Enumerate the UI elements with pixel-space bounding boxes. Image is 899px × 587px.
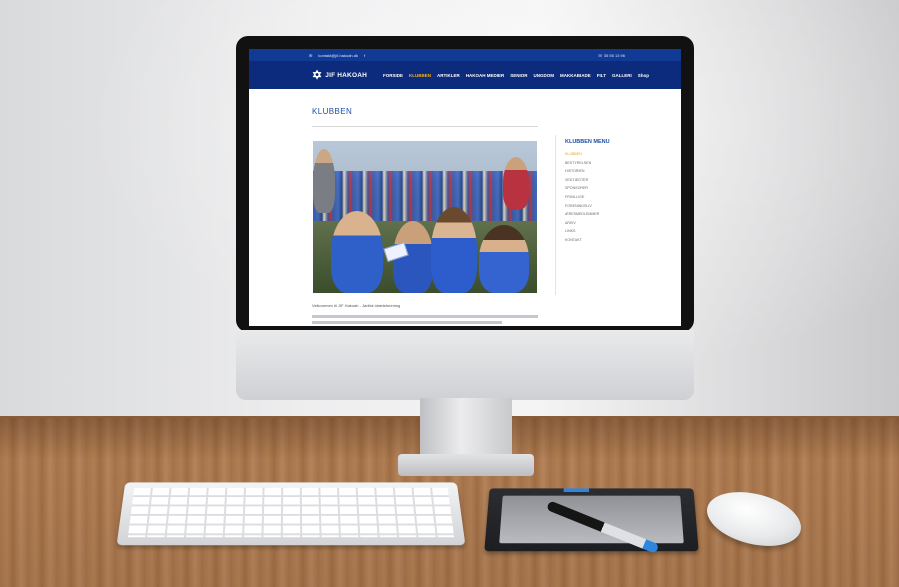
menu-item-shop[interactable]: Shop — [638, 73, 649, 78]
monitor-stand-neck — [420, 398, 512, 458]
menu-item-senior[interactable]: SENIOR — [510, 73, 527, 78]
sidebar-title: KLUBBEN MENU — [565, 139, 610, 145]
page-title: KLUBBEN — [312, 107, 353, 116]
sidebar-item-foreningsliv[interactable]: FORENINGSLIV — [565, 202, 599, 211]
body-text-line — [312, 315, 538, 318]
person-figure — [313, 149, 335, 213]
keyboard — [116, 482, 466, 546]
topbar-email[interactable]: kontakt@jif-hakoah.dk — [318, 53, 358, 58]
website-screen: ✉ kontakt@jif-hakoah.dk f ☏ 35 55 13 96 … — [249, 49, 681, 326]
child-figure — [431, 207, 477, 293]
menu-item-ungdom[interactable]: UNGDOM — [534, 73, 555, 78]
sidebar-menu: KLUBBEN BESTYRELSEN HISTORIEN VEDTÆGTER … — [565, 150, 599, 245]
menu-item-hakoah-medier[interactable]: HAKOAH MEDIER — [466, 73, 505, 78]
person-figure — [503, 157, 529, 209]
top-info-bar: ✉ kontakt@jif-hakoah.dk f ☏ 35 55 13 96 — [249, 49, 681, 61]
star-of-david-icon: ✡ — [312, 68, 323, 82]
email-icon: ✉ — [309, 52, 313, 58]
sidebar-item-aeresmedlemmer[interactable]: ÆRESMEDLEMMER — [565, 210, 599, 219]
main-navbar: ✡ JIF HAKOAH FORSIDE KLUBBEN ARTIKLER HA… — [249, 61, 681, 89]
sidebar-item-arkiv[interactable]: ARKIV — [565, 219, 599, 228]
menu-item-makkabiade[interactable]: MAKKABIADE — [560, 73, 591, 78]
phone-icon: ☏ — [597, 52, 603, 58]
site-logo[interactable]: ✡ JIF HAKOAH — [312, 69, 367, 81]
menu-item-filt[interactable]: FILT — [597, 73, 606, 78]
sidebar-item-bestyrelsen[interactable]: BESTYRELSEN — [565, 159, 599, 168]
title-divider — [312, 126, 538, 127]
sidebar-item-historien[interactable]: HISTORIEN — [565, 167, 599, 176]
tablet-accent — [563, 488, 590, 493]
sidebar-item-klubben[interactable]: KLUBBEN — [565, 150, 599, 159]
menu-item-klubben[interactable]: KLUBBEN — [409, 73, 431, 78]
monitor-stand-foot — [398, 454, 534, 476]
keyboard-keys — [127, 487, 455, 538]
sidebar-divider — [555, 135, 556, 295]
team-photo — [313, 141, 537, 293]
sidebar-item-links[interactable]: LINKS — [565, 227, 599, 236]
body-text-line — [312, 321, 502, 324]
sidebar-item-sponsorer[interactable]: SPONSORER — [565, 184, 599, 193]
sidebar-item-kontakt[interactable]: KONTAKT — [565, 236, 599, 245]
child-figure — [331, 211, 383, 293]
menu-item-artikler[interactable]: ARTIKLER — [437, 73, 460, 78]
menu-item-forside[interactable]: FORSIDE — [383, 73, 403, 78]
menu-item-galleri[interactable]: GALLERI — [612, 73, 632, 78]
sidebar-item-frivillige[interactable]: FRIVILLIGE — [565, 193, 599, 202]
monitor-chin — [236, 330, 694, 400]
facebook-icon[interactable]: f — [364, 53, 365, 58]
topbar-phone: 35 55 13 96 — [603, 52, 625, 58]
logo-text: JIF HAKOAH — [325, 71, 367, 79]
main-menu: FORSIDE KLUBBEN ARTIKLER HAKOAH MEDIER S… — [383, 73, 649, 78]
child-figure — [479, 225, 529, 293]
sidebar-item-vedtaegter[interactable]: VEDTÆGTER — [565, 176, 599, 185]
intro-caption: Velkommen til JIF Hakoah - Jødisk idræts… — [312, 303, 401, 308]
